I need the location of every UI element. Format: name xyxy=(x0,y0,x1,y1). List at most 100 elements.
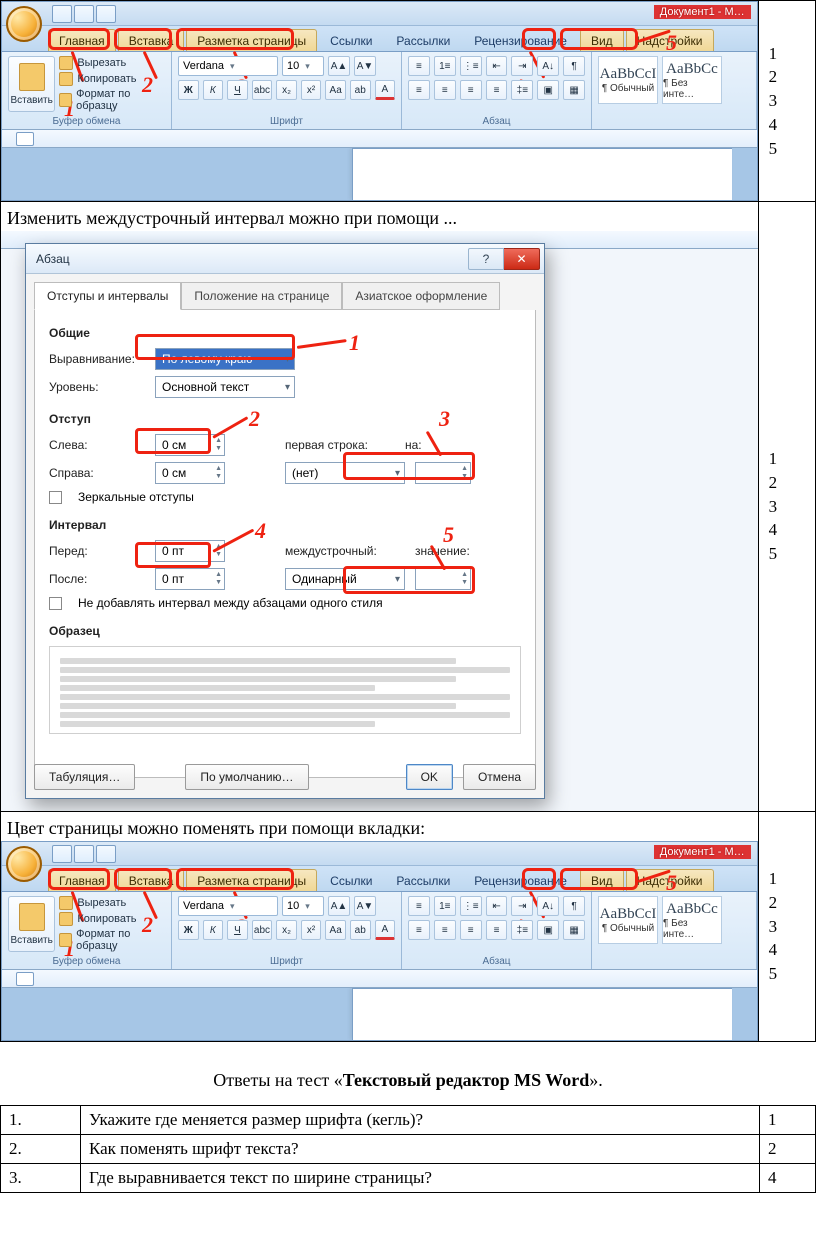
format-painter-button[interactable]: Формат по образцу xyxy=(59,88,165,112)
numbering-icon[interactable]: 1≡ xyxy=(434,896,456,916)
tab-page-layout[interactable]: Разметка страницы xyxy=(186,869,317,891)
shading-icon[interactable]: ▣ xyxy=(537,920,559,940)
qat-undo-icon[interactable] xyxy=(74,845,94,863)
default-button[interactable]: По умолчанию… xyxy=(185,764,308,790)
bold-icon[interactable]: Ж xyxy=(178,920,199,940)
font-color-icon[interactable]: A xyxy=(375,80,396,100)
highlight-icon[interactable]: ab xyxy=(350,80,371,100)
format-painter-button[interactable]: Формат по образцу xyxy=(59,928,165,952)
line-spacing-select[interactable]: Одинарный xyxy=(285,568,405,590)
tab-view[interactable]: Вид xyxy=(580,29,624,51)
tab-page-layout[interactable]: Разметка страницы xyxy=(186,29,317,51)
firstline-select[interactable]: (нет) xyxy=(285,462,405,484)
style-normal[interactable]: AaBbCcI ¶ Обычный xyxy=(598,56,658,104)
borders-icon[interactable]: ▦ xyxy=(563,80,585,100)
help-button[interactable]: ? xyxy=(468,248,504,270)
font-size-select[interactable]: 10 xyxy=(282,896,324,916)
dedent-icon[interactable]: ⇤ xyxy=(486,896,508,916)
tab-review[interactable]: Рецензирование xyxy=(463,29,578,51)
outline-level-select[interactable]: Основной текст xyxy=(155,376,295,398)
indent-icon[interactable]: ⇥ xyxy=(511,896,533,916)
tab-review[interactable]: Рецензирование xyxy=(463,869,578,891)
paste-button[interactable]: Вставить xyxy=(8,56,55,112)
bold-icon[interactable]: Ж xyxy=(178,80,199,100)
underline-icon[interactable]: Ч xyxy=(227,80,248,100)
font-name-select[interactable]: Verdana xyxy=(178,56,278,76)
italic-icon[interactable]: К xyxy=(203,920,224,940)
tab-mailings[interactable]: Рассылки xyxy=(385,29,461,51)
justify-icon[interactable]: ≡ xyxy=(486,80,508,100)
text-effects-icon[interactable]: Aa xyxy=(325,80,346,100)
align-right-icon[interactable]: ≡ xyxy=(460,920,482,940)
tab-view[interactable]: Вид xyxy=(580,869,624,891)
line-spacing-icon[interactable]: ‡≡ xyxy=(511,80,533,100)
dlg-tab-position[interactable]: Положение на странице xyxy=(181,282,342,310)
subscript-icon[interactable]: x₂ xyxy=(276,80,297,100)
underline-icon[interactable]: Ч xyxy=(227,920,248,940)
grow-font-icon[interactable]: A▲ xyxy=(328,56,350,76)
shrink-font-icon[interactable]: A▼ xyxy=(354,56,376,76)
close-button[interactable]: ✕ xyxy=(504,248,540,270)
firstline-by-field[interactable] xyxy=(415,462,471,484)
tab-references[interactable]: Ссылки xyxy=(319,869,383,891)
text-effects-icon[interactable]: Aa xyxy=(325,920,346,940)
copy-button[interactable]: Копировать xyxy=(59,72,165,86)
style-nospacing[interactable]: AaBbCc ¶ Без инте… xyxy=(662,896,722,944)
space-after-field[interactable]: 0 пт xyxy=(155,568,225,590)
sort-icon[interactable]: A↓ xyxy=(537,56,559,76)
font-size-select[interactable]: 10 xyxy=(282,56,324,76)
paste-button[interactable]: Вставить xyxy=(8,896,55,952)
subscript-icon[interactable]: x₂ xyxy=(276,920,297,940)
qat-redo-icon[interactable] xyxy=(96,845,116,863)
multilevel-icon[interactable]: ⋮≡ xyxy=(460,896,482,916)
office-button-icon[interactable] xyxy=(6,846,42,882)
pilcrow-icon[interactable]: ¶ xyxy=(563,56,585,76)
dlg-tab-asian[interactable]: Азиатское оформление xyxy=(342,282,500,310)
line-spacing-icon[interactable]: ‡≡ xyxy=(511,920,533,940)
alignment-select[interactable]: По левому краю xyxy=(155,348,295,370)
tab-insert[interactable]: Вставка xyxy=(118,29,185,51)
font-color-icon[interactable]: A xyxy=(375,920,396,940)
justify-icon[interactable]: ≡ xyxy=(486,920,508,940)
mirror-indents-checkbox[interactable] xyxy=(49,491,62,504)
dont-add-space-checkbox[interactable] xyxy=(49,597,62,610)
align-left-icon[interactable]: ≡ xyxy=(408,80,430,100)
align-right-icon[interactable]: ≡ xyxy=(460,80,482,100)
dedent-icon[interactable]: ⇤ xyxy=(486,56,508,76)
borders-icon[interactable]: ▦ xyxy=(563,920,585,940)
tabs-button[interactable]: Табуляция… xyxy=(34,764,135,790)
qat-save-icon[interactable] xyxy=(52,845,72,863)
dlg-tab-indents[interactable]: Отступы и интервалы xyxy=(34,282,181,310)
cut-button[interactable]: Вырезать xyxy=(59,56,165,70)
indent-icon[interactable]: ⇥ xyxy=(511,56,533,76)
qat-save-icon[interactable] xyxy=(52,5,72,23)
strike-icon[interactable]: abc xyxy=(252,920,273,940)
strike-icon[interactable]: abc xyxy=(252,80,273,100)
numbering-icon[interactable]: 1≡ xyxy=(434,56,456,76)
office-button-icon[interactable] xyxy=(6,6,42,42)
style-nospacing[interactable]: AaBbCc ¶ Без инте… xyxy=(662,56,722,104)
italic-icon[interactable]: К xyxy=(203,80,224,100)
indent-right-field[interactable]: 0 см xyxy=(155,462,225,484)
ok-button[interactable]: OK xyxy=(406,764,453,790)
tab-mailings[interactable]: Рассылки xyxy=(385,869,461,891)
cut-button[interactable]: Вырезать xyxy=(59,896,165,910)
tab-references[interactable]: Ссылки xyxy=(319,29,383,51)
qat-redo-icon[interactable] xyxy=(96,5,116,23)
copy-button[interactable]: Копировать xyxy=(59,912,165,926)
bullets-icon[interactable]: ≡ xyxy=(408,896,430,916)
align-center-icon[interactable]: ≡ xyxy=(434,920,456,940)
style-normal[interactable]: AaBbCcI ¶ Обычный xyxy=(598,896,658,944)
tab-home[interactable]: Главная xyxy=(48,29,116,51)
sort-icon[interactable]: A↓ xyxy=(537,896,559,916)
shrink-font-icon[interactable]: A▼ xyxy=(354,896,376,916)
align-center-icon[interactable]: ≡ xyxy=(434,80,456,100)
superscript-icon[interactable]: x² xyxy=(301,920,322,940)
pilcrow-icon[interactable]: ¶ xyxy=(563,896,585,916)
grow-font-icon[interactable]: A▲ xyxy=(328,896,350,916)
font-name-select[interactable]: Verdana xyxy=(178,896,278,916)
tab-insert[interactable]: Вставка xyxy=(118,869,185,891)
superscript-icon[interactable]: x² xyxy=(301,80,322,100)
qat-undo-icon[interactable] xyxy=(74,5,94,23)
highlight-icon[interactable]: ab xyxy=(350,920,371,940)
